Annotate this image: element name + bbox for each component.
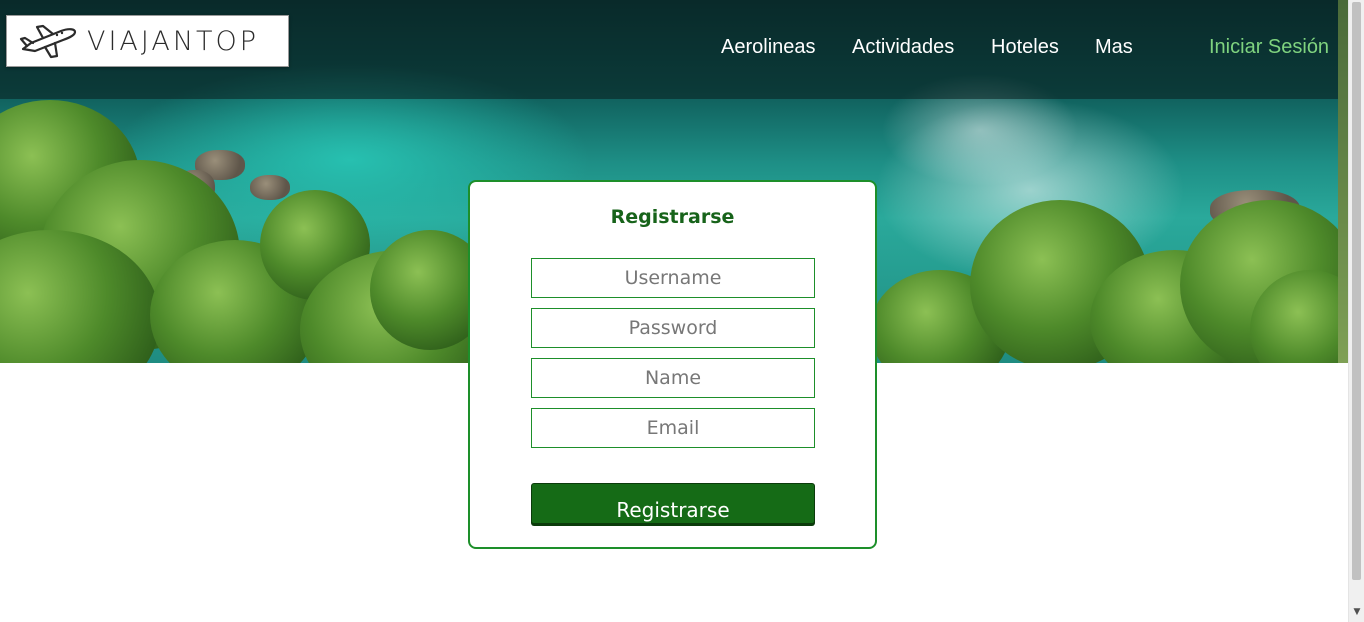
username-input[interactable] xyxy=(531,258,815,298)
login-link[interactable]: Iniciar Sesión xyxy=(1209,36,1329,59)
nav-aerolineas[interactable]: Aerolineas xyxy=(721,36,816,59)
hero-edge xyxy=(1338,0,1348,363)
name-input[interactable] xyxy=(531,358,815,398)
register-title: Registrarse xyxy=(610,206,735,228)
register-button[interactable]: Registrarse xyxy=(531,483,815,524)
scroll-down-icon[interactable]: ▼ xyxy=(1349,604,1364,620)
nav-actividades[interactable]: Actividades xyxy=(852,36,954,59)
airplane-icon xyxy=(19,24,77,59)
brand-logo[interactable]: VIAJANTOP xyxy=(6,15,289,67)
rock xyxy=(250,175,290,200)
page-scrollbar[interactable]: ▼ xyxy=(1348,0,1364,622)
register-card: Registrarse Registrarse xyxy=(468,180,877,549)
brand-name: VIAJANTOP xyxy=(87,25,260,57)
password-input[interactable] xyxy=(531,308,815,348)
email-input[interactable] xyxy=(531,408,815,448)
register-button-label: Registrarse xyxy=(616,498,730,522)
nav-mas[interactable]: Mas xyxy=(1095,36,1133,59)
scrollbar-thumb[interactable] xyxy=(1352,2,1361,580)
nav-hoteles[interactable]: Hoteles xyxy=(991,36,1059,59)
